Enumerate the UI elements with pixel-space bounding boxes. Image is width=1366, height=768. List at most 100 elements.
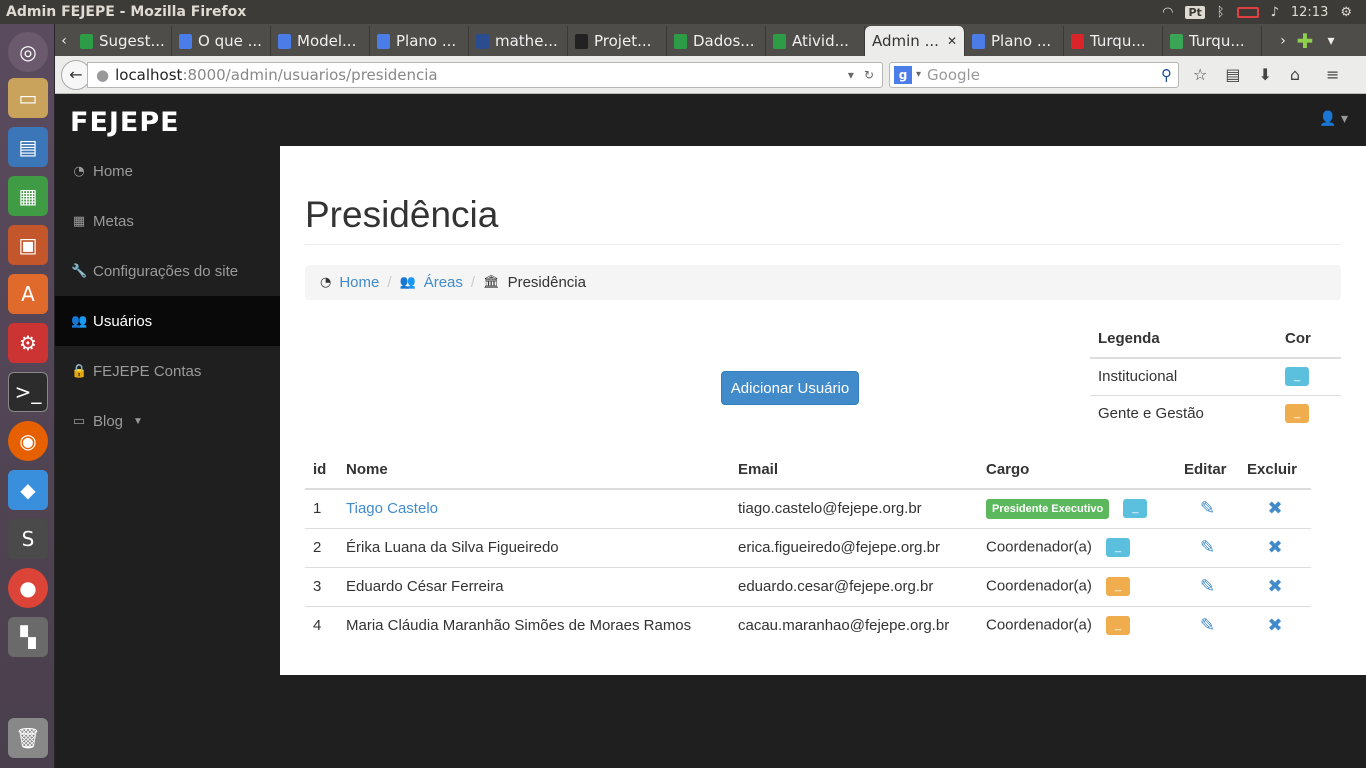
google-icon[interactable]: g — [894, 65, 912, 84]
impress-icon[interactable]: ▣ — [8, 225, 48, 265]
sidebar-item-usuarios[interactable]: 👥 Usuários — [55, 296, 280, 346]
browser-tab[interactable]: Sugest... — [73, 26, 172, 56]
search-bar[interactable]: g ▾ Google ⚲ — [889, 61, 1179, 88]
chrome-icon[interactable]: ● — [8, 568, 48, 608]
browser-tab[interactable]: Dados... — [667, 26, 766, 56]
reload-icon[interactable]: ↻ — [864, 68, 874, 82]
tab-scroll-right-icon[interactable]: › — [1274, 26, 1292, 56]
user-name-link[interactable]: Tiago Castelo — [346, 500, 438, 517]
tab-favicon-icon — [278, 33, 291, 49]
power-icon[interactable]: ⚙ — [1340, 5, 1352, 20]
browser-nav-bar: ← ● localhost:8000/admin/usuarios/presid… — [55, 56, 1366, 94]
ubuntu-dash-icon[interactable]: ◎ — [8, 32, 48, 72]
browser-tab[interactable]: Ativid... — [766, 26, 865, 56]
users-icon: 👥 — [399, 275, 416, 290]
tab-favicon-icon — [575, 33, 588, 49]
edit-icon[interactable]: ✎ — [1200, 537, 1215, 558]
wifi-icon[interactable]: ◠ — [1162, 5, 1173, 20]
settings-icon[interactable]: ⚙ — [8, 323, 48, 363]
sidebar-item-blog[interactable]: ▭ Blog ▼ — [55, 396, 280, 446]
tab-label: Plano ... — [991, 32, 1052, 50]
browser-tab[interactable]: O que ... — [172, 26, 271, 56]
home-icon[interactable]: ⌂ — [1290, 65, 1300, 84]
browser-tab[interactable]: Plano ... — [370, 26, 469, 56]
cell-cargo: Coordenador(a) _ — [978, 527, 1176, 567]
clock[interactable]: 12:13 — [1291, 5, 1328, 20]
tab-label: Turqu... — [1090, 32, 1146, 50]
browser-tab[interactable]: Turqu... — [1163, 26, 1262, 56]
monitor-icon: ▭ — [72, 413, 86, 429]
browser-tab[interactable]: mathe... — [469, 26, 568, 56]
breadcrumb: ◔ Home / 👥 Áreas / 🏛 Presidência — [305, 265, 1341, 300]
sidebar-item-metas[interactable]: ▦ Metas — [55, 196, 280, 246]
table-row: 2 Érika Luana da Silva Figueiredo erica.fi… — [305, 527, 1311, 567]
downloads-icon[interactable]: ⬇ — [1258, 65, 1271, 84]
browser-tab[interactable]: Projet... — [568, 26, 667, 56]
delete-icon[interactable]: ✖ — [1267, 576, 1282, 597]
caret-down-icon: ▼ — [133, 415, 143, 427]
terminal-icon[interactable]: >_ — [8, 372, 48, 412]
trash-icon[interactable]: 🗑 — [8, 718, 48, 758]
fejepe-logo[interactable]: FEJEPE — [70, 107, 180, 138]
cell-editar: ✎ — [1176, 566, 1239, 606]
menu-icon[interactable]: ≡ — [1326, 65, 1339, 84]
area-color-swatch: _ — [1123, 499, 1148, 519]
table-row: 4 Maria Cláudia Maranhão Simões de Moraes… — [305, 605, 1311, 645]
delete-icon[interactable]: ✖ — [1267, 498, 1282, 519]
bluetooth-icon[interactable]: ᛒ — [1217, 5, 1225, 20]
url-dropdown-icon[interactable]: ▾ — [848, 68, 854, 82]
reading-list-icon[interactable]: ▤ — [1225, 65, 1240, 84]
cell-nome: Tiago Castelo — [338, 488, 730, 528]
legend-header-color: Cor — [1277, 320, 1341, 359]
browser-tab-bar: ‹ Sugest... O que ... Model... Plano ... mat… — [55, 24, 1366, 56]
search-engine-dropdown-icon[interactable]: ▾ — [916, 69, 921, 80]
volume-icon[interactable]: ♪ — [1271, 5, 1279, 20]
close-tab-icon[interactable]: ✕ — [947, 34, 957, 48]
browser-tab[interactable]: Admin ... ✕ — [865, 26, 965, 56]
cell-editar: ✎ — [1176, 527, 1239, 567]
edit-icon[interactable]: ✎ — [1200, 615, 1215, 636]
bookmark-star-icon[interactable]: ☆ — [1193, 65, 1207, 84]
user-menu-dropdown[interactable]: 👤 ▾ — [1319, 111, 1348, 127]
sidebar-item-label: FEJEPE Contas — [93, 362, 202, 380]
delete-icon[interactable]: ✖ — [1267, 615, 1282, 636]
software-center-icon[interactable]: A — [8, 274, 48, 314]
tab-favicon-icon — [1170, 33, 1183, 49]
battery-icon[interactable] — [1236, 6, 1259, 18]
color-legend-table: Legenda Cor Institucional _ Gente e Gestão… — [1090, 320, 1341, 432]
sublime-text-icon[interactable]: S — [8, 519, 48, 559]
search-icon[interactable]: ⚲ — [1161, 66, 1172, 84]
tab-list-dropdown-icon[interactable]: ▾ — [1322, 26, 1340, 56]
sidebar-item-home[interactable]: ◔ Home — [55, 146, 280, 196]
url-bar[interactable]: ● localhost:8000/admin/usuarios/presiden… — [87, 61, 883, 88]
browser-tab[interactable]: Turqu... — [1064, 26, 1163, 56]
column-header-cargo: Cargo — [978, 450, 1176, 490]
url-host: localhost — [115, 65, 183, 84]
breadcrumb-separator: / — [470, 274, 476, 291]
workspace-switcher-icon[interactable]: ▚ — [8, 617, 48, 657]
writer-icon[interactable]: ▤ — [8, 127, 48, 167]
tab-favicon-icon — [80, 33, 93, 49]
files-icon[interactable]: ▭ — [8, 78, 48, 118]
firefox-icon[interactable]: ◉ — [8, 421, 48, 461]
sidebar-item-configuracoes[interactable]: 🔧 Configurações do site — [55, 246, 280, 296]
table-row: 3 Eduardo César Ferreira eduardo.cesar@fej… — [305, 566, 1311, 606]
edit-icon[interactable]: ✎ — [1200, 498, 1215, 519]
browser-tab[interactable]: Plano ... — [965, 26, 1064, 56]
edit-icon[interactable]: ✎ — [1200, 576, 1215, 597]
calc-icon[interactable]: ▦ — [8, 176, 48, 216]
cargo-text: Coordenador(a) — [986, 616, 1092, 634]
legend-row: Institucional _ — [1090, 357, 1341, 395]
breadcrumb-areas[interactable]: Áreas — [424, 274, 463, 291]
tab-favicon-icon — [1071, 33, 1084, 49]
sidebar-item-fejepe-contas[interactable]: 🔒 FEJEPE Contas — [55, 346, 280, 396]
new-tab-icon[interactable]: ✚ — [1296, 26, 1314, 56]
dropbox-icon[interactable]: ◆ — [8, 470, 48, 510]
add-user-button[interactable]: Adicionar Usuário — [721, 371, 859, 405]
keyboard-layout-indicator[interactable]: Pt — [1185, 5, 1205, 19]
tab-scroll-left-icon[interactable]: ‹ — [55, 26, 73, 56]
breadcrumb-home[interactable]: Home — [339, 274, 379, 291]
delete-icon[interactable]: ✖ — [1267, 537, 1282, 558]
browser-tab[interactable]: Model... — [271, 26, 370, 56]
legend-label: Gente e Gestão — [1090, 394, 1277, 432]
